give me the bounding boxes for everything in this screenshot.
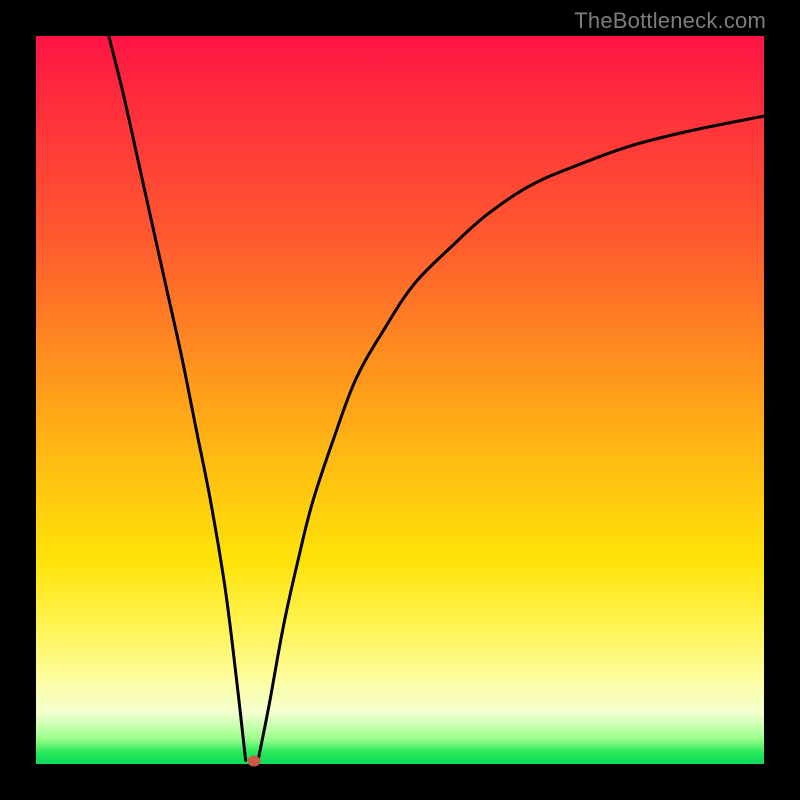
minimum-marker [248,756,261,767]
curve-right-branch [258,116,764,760]
plot-area [36,36,764,764]
curve-left-branch [109,36,246,760]
attribution-text: TheBottleneck.com [574,8,766,34]
bottleneck-curve [36,36,764,764]
chart-frame: TheBottleneck.com [0,0,800,800]
